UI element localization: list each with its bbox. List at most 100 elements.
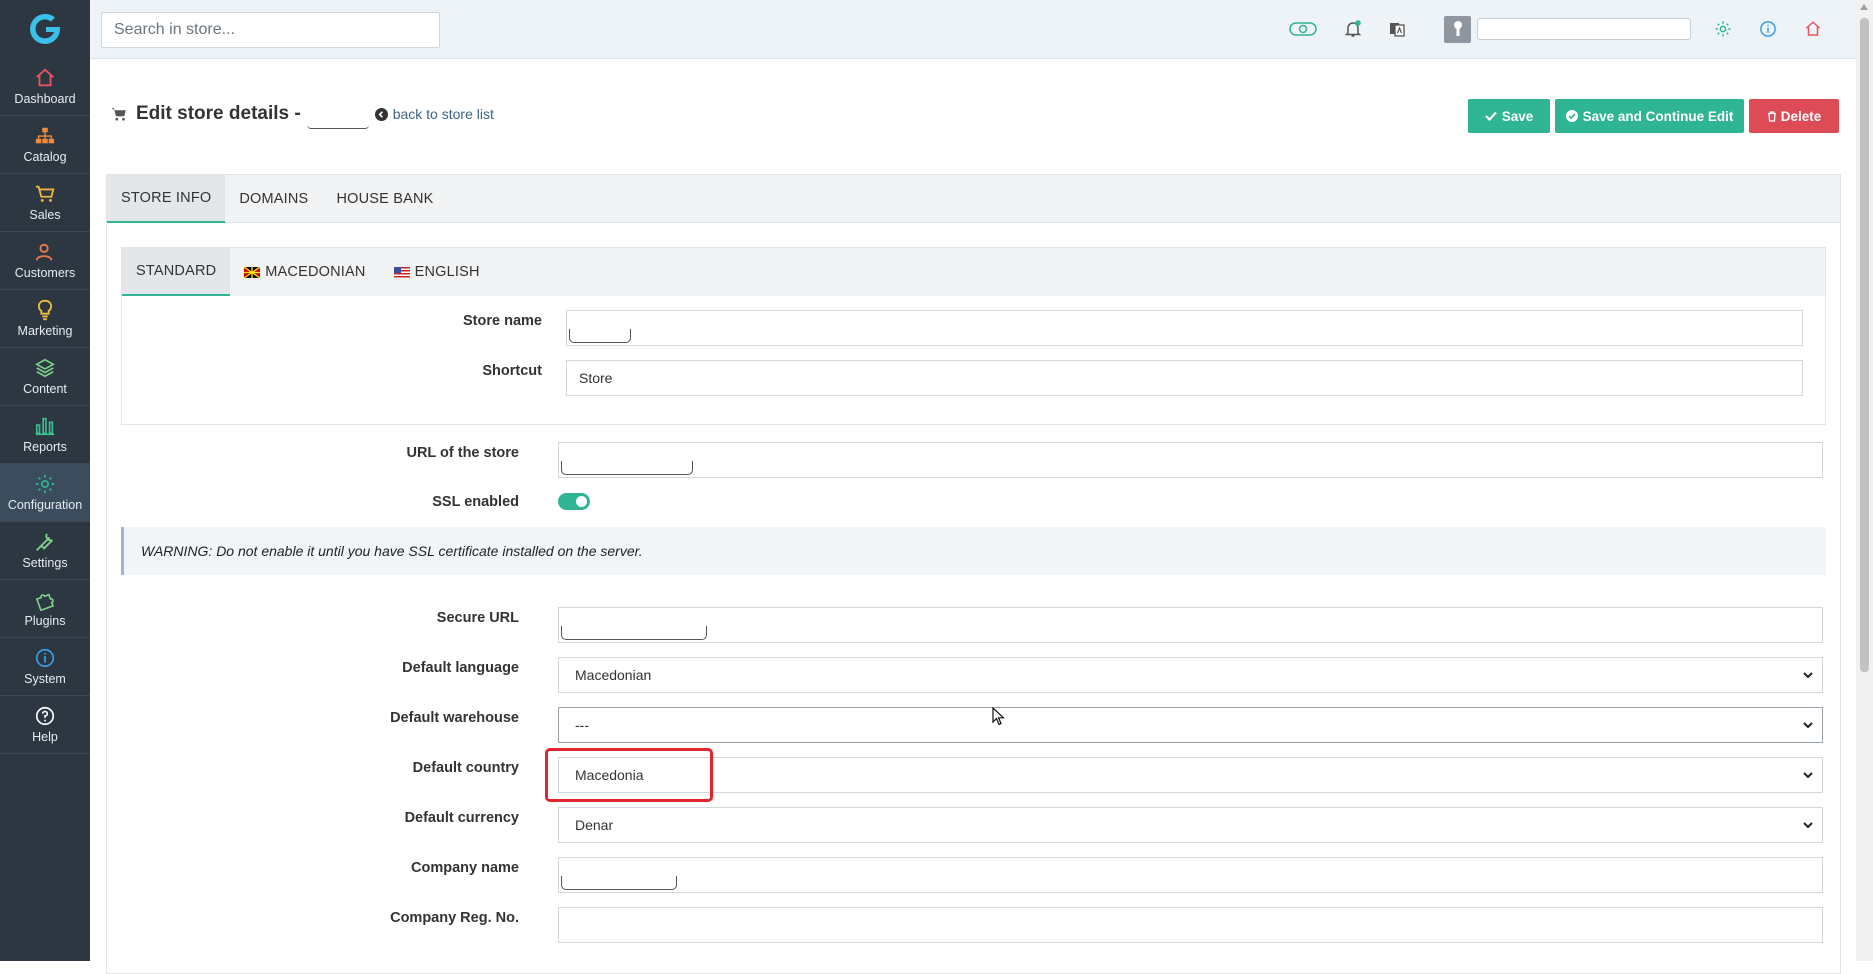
tab-english[interactable]: ENGLISH xyxy=(380,248,494,296)
sidebar-item-sales[interactable]: Sales xyxy=(0,174,90,232)
default-currency-select[interactable]: Denar xyxy=(558,807,1823,843)
default-language-label: Default language xyxy=(402,660,519,676)
sidebar-item-label: System xyxy=(24,672,66,686)
translate-icon xyxy=(1390,23,1405,37)
sidebar-item-label: Marketing xyxy=(17,324,73,338)
top-icons xyxy=(1288,14,1318,44)
sidebar-item-customers[interactable]: Customers xyxy=(0,232,90,290)
cart-icon xyxy=(111,108,126,121)
default-warehouse-label: Default warehouse xyxy=(390,710,519,726)
page-header: Edit store details - back to store list xyxy=(110,99,494,129)
trash-icon xyxy=(1767,110,1776,122)
default-country-select[interactable]: Macedonia xyxy=(558,757,1823,793)
sidebar-item-reports[interactable]: Reports xyxy=(0,406,90,464)
chevron-down-icon xyxy=(1803,772,1813,779)
ssl-warning: WARNING: Do not enable it until you have… xyxy=(121,527,1826,575)
back-to-store-list-link[interactable]: back to store list xyxy=(374,106,494,122)
bell-icon xyxy=(1344,20,1362,37)
tab-english-label: ENGLISH xyxy=(414,264,480,280)
store-name-value-placeholder xyxy=(569,329,631,343)
bell-button[interactable] xyxy=(1338,14,1368,44)
url-input[interactable] xyxy=(558,442,1823,478)
user-name-field[interactable] xyxy=(1477,18,1691,40)
flag-mk-icon xyxy=(244,266,261,278)
sitemap-icon xyxy=(35,127,55,144)
sidebar-item-marketing[interactable]: Marketing xyxy=(0,290,90,348)
flag-us-icon xyxy=(393,266,410,278)
toggle-icon xyxy=(1289,22,1317,36)
secure-url-input[interactable] xyxy=(558,607,1823,643)
default-warehouse-select[interactable]: --- xyxy=(558,707,1823,743)
notifications xyxy=(1338,14,1412,44)
check-icon xyxy=(1484,111,1497,121)
layers-icon xyxy=(35,358,55,378)
gear-icon xyxy=(35,474,55,494)
back-link-label: back to store list xyxy=(392,106,494,122)
sidebar-item-label: Sales xyxy=(29,208,61,222)
company-name-input[interactable] xyxy=(558,857,1823,893)
store-name-placeholder xyxy=(306,108,369,129)
delete-button-label: Delete xyxy=(1780,108,1822,124)
sidebar-item-settings[interactable]: Settings xyxy=(0,522,90,580)
logo[interactable] xyxy=(0,0,90,58)
sidebar-item-plugins[interactable]: Plugins xyxy=(0,580,90,638)
tab-store-info[interactable]: STORE INFO xyxy=(107,175,226,223)
secure-url-label: Secure URL xyxy=(436,610,519,626)
sidebar-item-label: Configuration xyxy=(7,498,83,512)
scroll-up-arrow-icon[interactable] xyxy=(1860,4,1868,10)
company-name-label: Company name xyxy=(411,860,519,876)
tab-macedonian[interactable]: MACEDONIAN xyxy=(230,248,379,296)
question-icon xyxy=(35,706,55,726)
user-icon xyxy=(1453,21,1462,36)
save-continue-label: Save and Continue Edit xyxy=(1582,108,1734,124)
default-currency-label: Default currency xyxy=(404,810,519,826)
default-language-value: Macedonian xyxy=(575,667,652,683)
avatar[interactable] xyxy=(1444,15,1471,43)
page-title: Edit store details - xyxy=(136,103,301,124)
default-warehouse-value: --- xyxy=(575,717,589,733)
ssl-label: SSL enabled xyxy=(432,494,519,510)
default-language-select[interactable]: Macedonian xyxy=(558,657,1823,693)
default-country-value: Macedonia xyxy=(575,767,644,783)
home-button[interactable] xyxy=(1798,14,1828,44)
secure-url-value-placeholder xyxy=(561,626,707,640)
cart-icon xyxy=(35,185,55,202)
home-icon xyxy=(36,68,54,87)
theme-toggle[interactable] xyxy=(1288,14,1318,44)
tab-standard[interactable]: STANDARD xyxy=(122,248,231,296)
sidebar-item-system[interactable]: System xyxy=(0,638,90,696)
scroll-thumb[interactable] xyxy=(1860,18,1869,672)
settings-button[interactable] xyxy=(1708,14,1738,44)
sidebar-item-help[interactable]: Help xyxy=(0,696,90,754)
logo-icon xyxy=(30,13,60,44)
language-tabs: STANDARD MACEDONIAN ENGLISH xyxy=(122,248,1825,296)
store-name-label: Store name xyxy=(463,313,542,329)
default-currency-value: Denar xyxy=(575,817,614,833)
delete-button[interactable]: Delete xyxy=(1749,99,1839,133)
tab-domains[interactable]: DOMAINS xyxy=(225,175,322,223)
user-area xyxy=(1444,14,1691,44)
sidebar-item-label: Customers xyxy=(14,266,76,280)
save-button[interactable]: Save xyxy=(1468,99,1550,133)
bar-chart-icon xyxy=(35,417,55,436)
save-continue-button[interactable]: Save and Continue Edit xyxy=(1555,99,1744,133)
company-reg-input[interactable] xyxy=(558,907,1823,943)
sidebar-item-dashboard[interactable]: Dashboard xyxy=(0,58,90,116)
topbar xyxy=(90,0,1856,59)
sidebar-item-content[interactable]: Content xyxy=(0,348,90,406)
shortcut-input[interactable]: Store xyxy=(566,360,1803,396)
url-label: URL of the store xyxy=(406,445,519,461)
sidebar-item-label: Dashboard xyxy=(14,92,76,106)
info-button[interactable] xyxy=(1753,14,1783,44)
sidebar-item-label: Reports xyxy=(23,440,67,454)
translate-button[interactable] xyxy=(1382,14,1412,44)
search-input[interactable] xyxy=(101,12,440,48)
home-icon xyxy=(1805,21,1821,36)
gear-icon xyxy=(1715,21,1731,37)
ssl-toggle[interactable] xyxy=(558,493,590,510)
scrollbar[interactable] xyxy=(1856,0,1873,961)
sidebar-item-configuration[interactable]: Configuration xyxy=(0,464,90,522)
tab-house-bank[interactable]: HOUSE BANK xyxy=(322,175,447,223)
sidebar-item-catalog[interactable]: Catalog xyxy=(0,116,90,174)
store-name-input[interactable] xyxy=(566,310,1803,346)
